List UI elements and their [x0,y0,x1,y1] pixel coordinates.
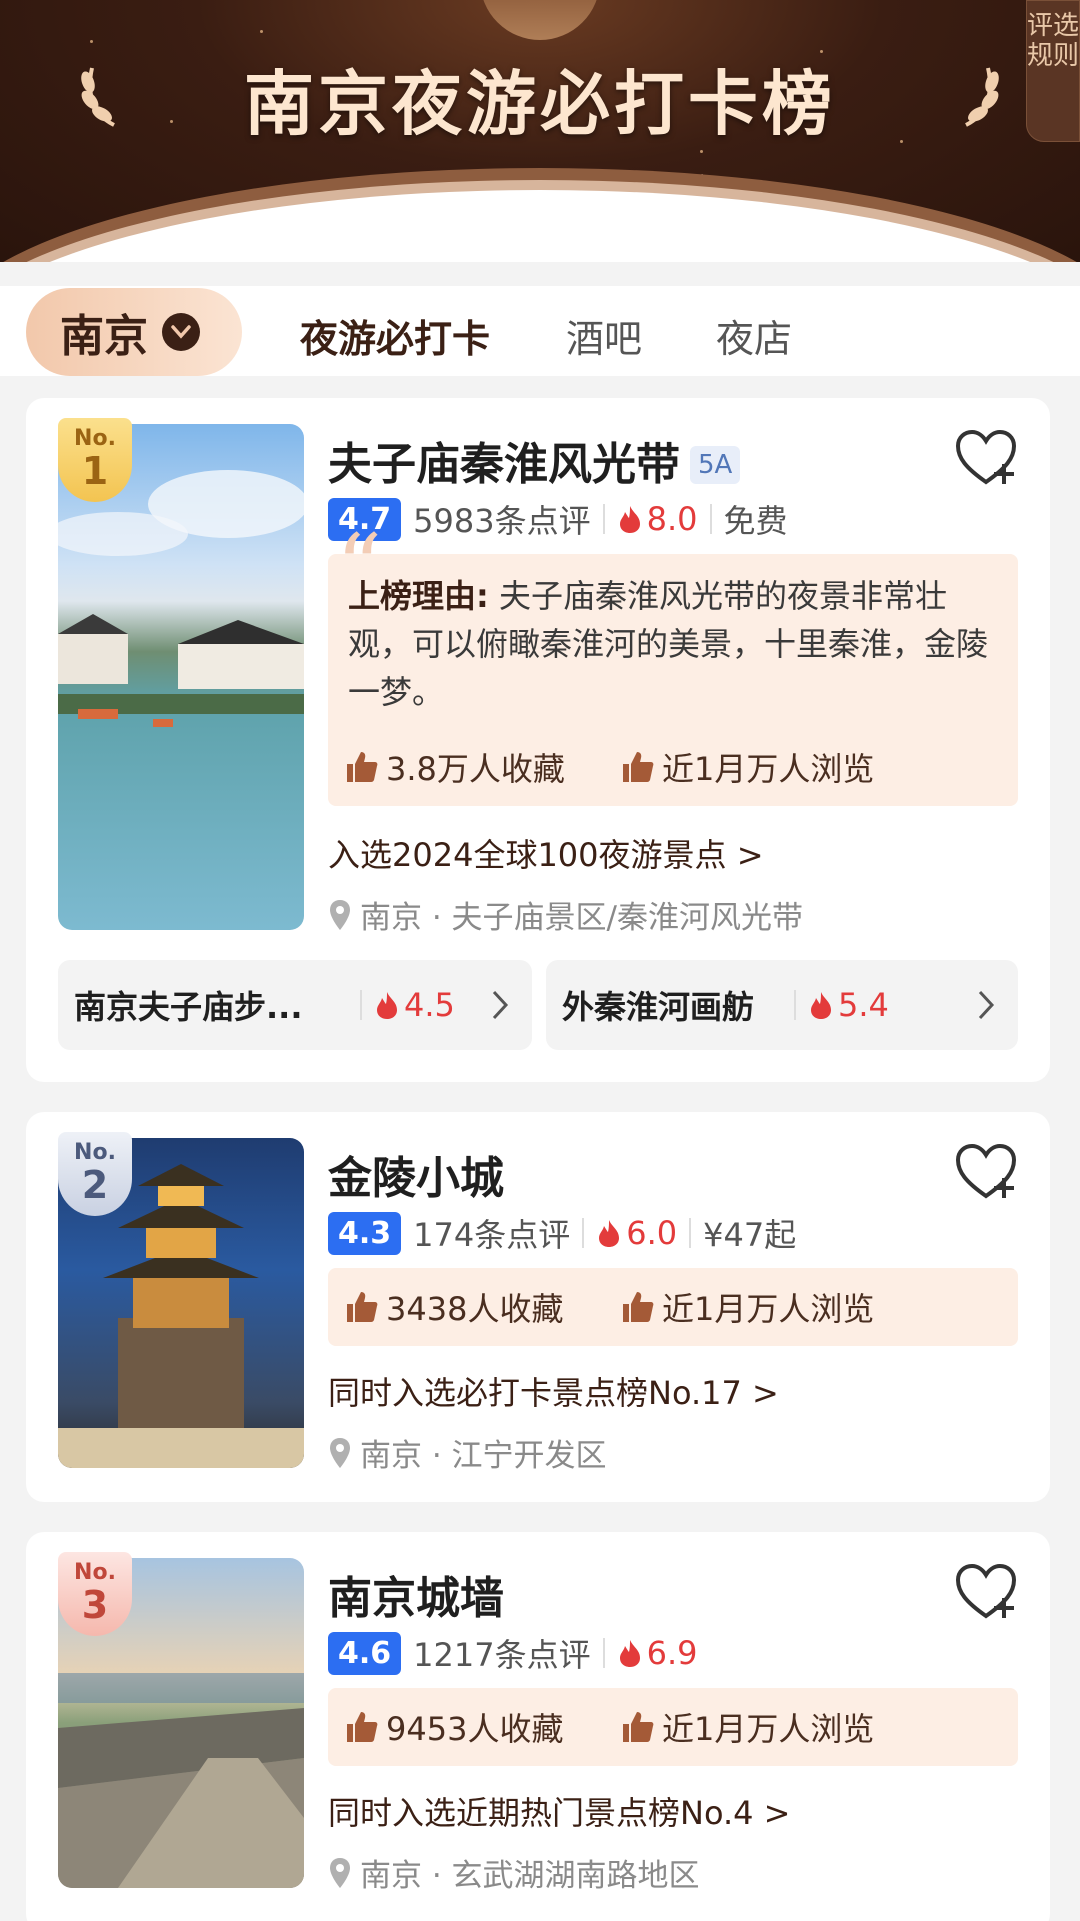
thumbs-up-icon [347,1712,378,1742]
review-count: 174条点评 [413,1216,571,1254]
review-count: 5983条点评 [413,502,591,540]
hot-score: 6.0 [596,1214,677,1252]
rules-button[interactable]: 评选规则 [1026,0,1080,142]
header-banner: 南京夜游必打卡榜 2024年9月5日11时更新 评选规则 [0,0,1080,262]
thumbs-up-icon [347,752,378,782]
score-badge: 4.6 [328,1631,402,1675]
grade-badge: 5A [690,446,741,484]
social-stats: 3438人收藏 近1月万人浏览 [328,1268,1018,1346]
category-tabs: 南京 夜游必打卡 酒吧 夜店 [0,286,1080,376]
spot-name[interactable]: 金陵小城 [328,1142,504,1206]
stats-row: 4.6 1217条点评 6.9 [328,1630,698,1676]
ranking-reason: “ 上榜理由: 夫子庙秦淮风光带的夜景非常壮观，可以俯瞰秦淮河的美景，十里秦淮，… [328,523,1018,730]
review-count: 1217条点评 [413,1636,591,1674]
chevron-right-icon [978,990,995,1020]
location: 南京 · 夫子庙景区/秦淮河风光带 [328,892,803,937]
chevron-right-icon [492,990,509,1020]
ranking-card-2[interactable]: No. 2 金陵小城 4.3 174条点评 6.0 ¥47起 3438人收藏 近… [26,1112,1050,1502]
hot-score: 6.9 [617,1634,698,1672]
chevron-down-icon [162,313,200,351]
tab-bar[interactable]: 酒吧 [566,308,642,363]
sub-spot-name: 南京夫子庙步... [74,988,303,1026]
stats-row: 4.7 5983条点评 8.0 免费 [328,496,788,542]
thumbs-up-icon [623,1292,654,1322]
ranking-card-3[interactable]: No. 3 南京城墙 4.6 1217条点评 6.9 9453人收藏 近1月万人… [26,1532,1050,1921]
flame-icon [619,506,640,533]
rank-badge-silver: No. 2 [58,1132,132,1216]
city-label: 南京 [60,311,148,362]
favorite-add-icon[interactable] [954,428,1018,488]
also-listed-link[interactable]: 同时入选必打卡景点榜No.17 > [328,1368,779,1414]
social-stats: 9453人收藏 近1月万人浏览 [328,1688,1018,1766]
sub-spot-2[interactable]: 外秦淮河画舫 5.4 [546,960,1018,1050]
stats-row: 4.3 174条点评 6.0 ¥47起 [328,1210,796,1256]
location-pin-icon [330,1437,350,1468]
location-pin-icon [330,899,350,930]
location-pin-icon [330,1857,350,1888]
rank-badge-gold: No. 1 [58,418,132,502]
thumbs-up-icon [623,752,654,782]
city-selector[interactable]: 南京 [26,288,242,376]
tab-nightclub[interactable]: 夜店 [716,308,792,363]
hot-score: 8.0 [617,500,698,538]
also-listed-link[interactable]: 同时入选近期热门景点榜No.4 > [328,1788,790,1834]
thumbs-up-icon [623,1712,654,1742]
rank-badge-bronze: No. 3 [58,1552,132,1636]
sub-spot-name: 外秦淮河画舫 [562,988,755,1026]
price: ¥47起 [703,1216,797,1254]
favorite-add-icon[interactable] [954,1562,1018,1622]
social-stats: 3.8万人收藏 近1月万人浏览 [328,728,1018,806]
favorite-add-icon[interactable] [954,1142,1018,1202]
sub-spot-1[interactable]: 南京夫子庙步... 4.5 [58,960,532,1050]
tab-night-tour[interactable]: 夜游必打卡 [300,308,491,369]
trophy-graphic [480,0,600,40]
flame-icon [619,1640,640,1667]
location: 南京 · 玄武湖湖南路地区 [328,1850,700,1895]
price: 免费 [723,502,788,540]
page-title: 南京夜游必打卡榜 [244,63,836,145]
ranking-card-1[interactable]: No. 1 夫子庙秦淮风光带 5A 4.7 5983条点评 8.0 免费 “ 上… [26,398,1050,1082]
spot-name[interactable]: 南京城墙 [328,1562,504,1626]
update-timestamp: 2024年9月5日11时更新 [373,172,707,207]
flame-icon [599,1220,620,1247]
score-badge: 4.3 [328,1211,402,1255]
spot-name[interactable]: 夫子庙秦淮风光带 5A [328,428,741,492]
thumbs-up-icon [347,1292,378,1322]
flame-icon [377,992,397,1019]
location: 南京 · 江宁开发区 [328,1430,607,1475]
flame-icon [811,992,831,1019]
award-link[interactable]: 入选2024全球100夜游景点 > [328,830,764,876]
